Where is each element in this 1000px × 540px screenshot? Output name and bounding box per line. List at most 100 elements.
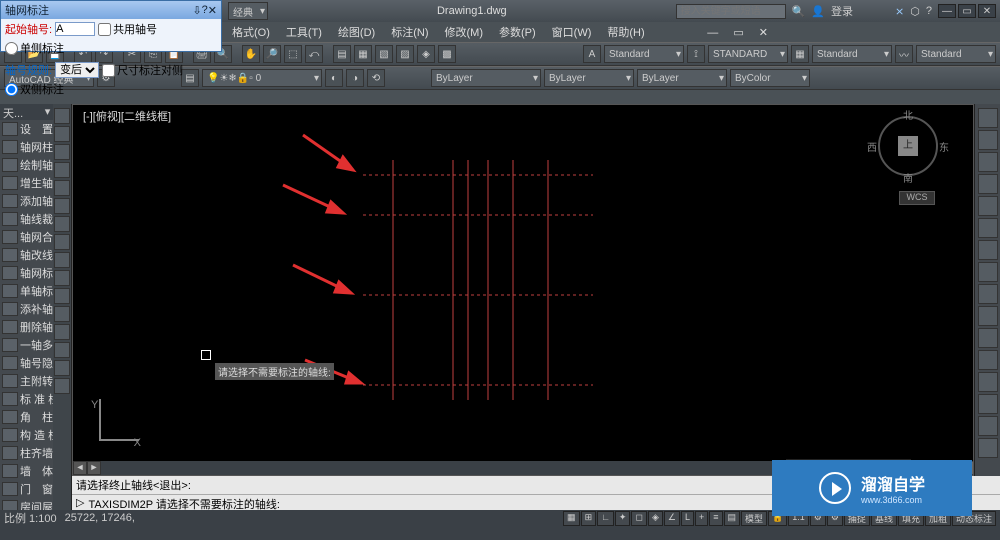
wcs-button[interactable]: WCS — [899, 191, 935, 205]
ssm-icon[interactable]: ▨ — [396, 45, 414, 63]
join-icon[interactable] — [978, 372, 998, 392]
palette-item[interactable]: 墙 体 — [0, 462, 53, 480]
palette-item[interactable]: 柱齐墙边 — [0, 444, 53, 462]
color-dd[interactable]: ByLayer — [431, 69, 541, 87]
palette-item[interactable]: 添补轴号 — [0, 300, 53, 318]
markup-icon[interactable]: ◈ — [417, 45, 435, 63]
explode-icon[interactable] — [978, 438, 998, 458]
palette-item[interactable]: 轴网柱子 — [0, 138, 53, 156]
misc2-icon[interactable] — [54, 378, 70, 394]
point-icon[interactable] — [54, 288, 70, 304]
sb-osnap[interactable]: ◻ — [631, 511, 646, 526]
drawing-canvas[interactable]: [-][俯视][二维线框] 上 北 南 东 西 WCS YX 请选择不需要标注的… — [72, 104, 974, 476]
text-icon[interactable] — [54, 252, 70, 268]
sb-model[interactable]: 模型 — [741, 511, 767, 526]
palette-item[interactable]: 主附转换 — [0, 372, 53, 390]
palette-item[interactable]: 单轴标注 — [0, 282, 53, 300]
erase-icon[interactable] — [978, 108, 998, 128]
sb-qp[interactable]: ▤ — [724, 511, 741, 526]
viewcube[interactable]: 上 北 南 东 西 — [873, 111, 943, 181]
palette-item[interactable]: 轴网标注 — [0, 264, 53, 282]
sb-snap[interactable]: ⊞ — [581, 511, 597, 526]
menu-dim[interactable]: 标注(N) — [385, 24, 434, 40]
sb-ortho[interactable]: ∟ — [597, 511, 614, 526]
palette-item[interactable]: 绘制轴网 — [0, 156, 53, 174]
layermatch-icon[interactable]: ◑ — [346, 69, 364, 87]
doc-minimize[interactable]: — — [701, 27, 724, 39]
axis-label-panel[interactable]: 轴网标注 ⇩ ? ✕ 起始轴号: 共用轴号 单侧标注 轴号规则: 变后项 尺寸标… — [0, 0, 222, 52]
mirror-icon[interactable] — [978, 152, 998, 172]
scale-icon[interactable] — [978, 262, 998, 282]
ellipse-icon[interactable] — [54, 198, 70, 214]
menu-help[interactable]: 帮助(H) — [601, 24, 650, 40]
mlstyle-icon[interactable]: 〰 — [895, 45, 913, 63]
help-icon[interactable]: ? — [926, 5, 932, 17]
scroll-right[interactable]: ► — [87, 461, 101, 475]
move-icon[interactable] — [978, 218, 998, 238]
plotstyle-dd[interactable]: ByColor — [730, 69, 810, 87]
exchange-icon[interactable]: ⨯ — [895, 5, 904, 18]
menu-param[interactable]: 参数(P) — [493, 24, 542, 40]
circle-icon[interactable] — [54, 144, 70, 160]
close-icon[interactable]: ✕ — [208, 4, 217, 17]
palette-item[interactable]: 门 窗 — [0, 480, 53, 498]
palette-menu-icon[interactable]: ▾ — [45, 105, 51, 119]
tablestyle-dd[interactable]: Standard — [812, 45, 892, 63]
linetype-dd[interactable]: ByLayer — [544, 69, 634, 87]
doc-restore[interactable]: ▭ — [727, 27, 749, 39]
palette-item[interactable]: 轴线裁剪 — [0, 210, 53, 228]
dc-icon[interactable]: ▦ — [354, 45, 372, 63]
sb-3dosnap[interactable]: ◈ — [648, 511, 663, 526]
table-icon[interactable] — [54, 324, 70, 340]
sb-lwt[interactable]: ≡ — [709, 511, 722, 526]
single-side-radio[interactable]: 单侧标注 — [5, 40, 64, 56]
palette-item[interactable]: 角 柱 — [0, 408, 53, 426]
start-axis-input[interactable] — [55, 22, 95, 36]
dimstyle-icon[interactable]: ⟟ — [687, 45, 705, 63]
menu-modify[interactable]: 修改(M) — [439, 24, 490, 40]
sb-dyn[interactable]: + — [695, 511, 708, 526]
palette-item[interactable]: 增生轴网 — [0, 174, 53, 192]
pan-icon[interactable]: ✋ — [242, 45, 260, 63]
region-icon[interactable] — [54, 306, 70, 322]
calc-icon[interactable]: ▩ — [438, 45, 456, 63]
mlstyle-dd[interactable]: Standard — [916, 45, 996, 63]
dimstyle-dd[interactable]: STANDARD — [708, 45, 788, 63]
chamfer-icon[interactable] — [978, 394, 998, 414]
rect-icon[interactable] — [54, 180, 70, 196]
sb-polar[interactable]: ✦ — [615, 511, 631, 526]
login-link[interactable]: 登录 — [831, 3, 853, 19]
textstyle-icon[interactable]: A — [583, 45, 601, 63]
array-icon[interactable] — [978, 196, 998, 216]
menu-draw[interactable]: 绘图(D) — [332, 24, 381, 40]
scroll-left[interactable]: ◄ — [73, 461, 87, 475]
copy2-icon[interactable] — [978, 130, 998, 150]
pline-icon[interactable] — [54, 126, 70, 142]
search-input[interactable] — [676, 4, 786, 19]
sb-ducs[interactable]: L — [681, 511, 694, 526]
menu-window[interactable]: 窗口(W) — [546, 24, 598, 40]
break-icon[interactable] — [978, 350, 998, 370]
textstyle-dd[interactable]: Standard — [604, 45, 684, 63]
extend-icon[interactable] — [978, 328, 998, 348]
pin-icon[interactable]: ⇩ — [192, 4, 201, 17]
line-icon[interactable] — [54, 108, 70, 124]
axis-rule-select[interactable]: 变后项 — [55, 62, 99, 78]
menu-tools[interactable]: 工具(T) — [280, 24, 328, 40]
palette-item[interactable]: 删除轴号 — [0, 318, 53, 336]
panel-titlebar[interactable]: 轴网标注 ⇩ ? ✕ — [1, 1, 221, 19]
palette-item[interactable]: 添加轴线 — [0, 192, 53, 210]
share-axis-checkbox[interactable]: 共用轴号 — [98, 21, 157, 37]
sb-grid[interactable]: ▦ — [563, 511, 580, 526]
doc-close[interactable]: ✕ — [753, 27, 774, 39]
arc-icon[interactable] — [54, 162, 70, 178]
spline-icon[interactable] — [54, 216, 70, 232]
tablestyle-icon[interactable]: ▦ — [791, 45, 809, 63]
menu-format[interactable]: 格式(O) — [226, 24, 276, 40]
cloud-icon[interactable]: ⬡ — [910, 5, 920, 18]
palette-item[interactable]: 设 置 — [0, 120, 53, 138]
palette-item[interactable]: 轴网合并 — [0, 228, 53, 246]
hatch-icon[interactable] — [54, 234, 70, 250]
palette-item[interactable]: 一轴多号 — [0, 336, 53, 354]
mtext-icon[interactable] — [54, 342, 70, 358]
